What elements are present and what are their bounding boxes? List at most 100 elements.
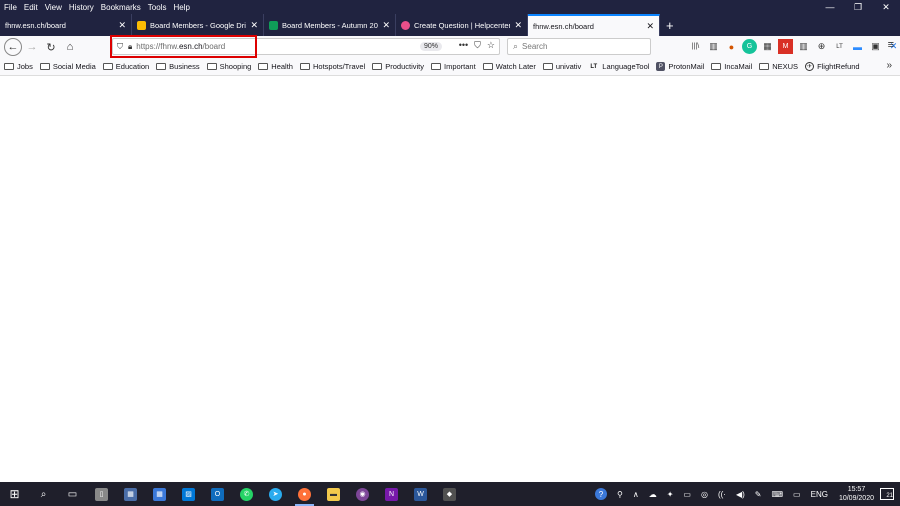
plane-icon: ✈	[805, 62, 815, 71]
reload-button[interactable]: ↻	[42, 38, 60, 56]
zoom-level-badge[interactable]: 90%	[420, 42, 443, 51]
tab-1[interactable]: fhnw.esn.ch/board ✕	[0, 14, 132, 36]
photos-app[interactable]: ▨	[174, 482, 203, 506]
pocket-icon[interactable]: ⛉	[474, 40, 481, 51]
bookmark-folder-hotspots-travel[interactable]: Hotspots/Travel	[299, 62, 365, 71]
search-icon[interactable]: ⌕	[29, 482, 58, 506]
chevron-up-icon[interactable]: ∧	[633, 490, 639, 499]
bookmark-folder-social-media[interactable]: Social Media	[39, 62, 96, 71]
telegram-app[interactable]: ➤	[261, 482, 290, 506]
menu-hamburger-icon[interactable]: ≡	[888, 39, 894, 51]
menu-bookmarks[interactable]: Bookmarks	[101, 3, 141, 12]
calendar-app[interactable]: ▦	[145, 482, 174, 506]
bookmark-folder-watch-later[interactable]: Watch Later	[482, 62, 536, 71]
onenote-app[interactable]: N	[377, 482, 406, 506]
help-icon[interactable]: ?	[595, 488, 607, 500]
bookmarks-overflow-icon[interactable]: »	[886, 60, 892, 71]
phone-app[interactable]: ▯	[87, 482, 116, 506]
library-icon[interactable]: |||\	[688, 39, 703, 54]
bookmark-label: Health	[271, 62, 293, 71]
languagetool-icon[interactable]: LT	[832, 39, 847, 54]
file-explorer-app[interactable]: ▬	[319, 482, 348, 506]
close-window-button[interactable]: ✕	[872, 2, 900, 13]
search-placeholder: Search	[522, 42, 548, 51]
tab-3[interactable]: Board Members - Autumn 2020 ✕	[264, 14, 396, 36]
bookmark-protonmail[interactable]: P ProtonMail	[656, 62, 704, 71]
tab-4[interactable]: Create Question | Helpcenter ✕	[396, 14, 528, 36]
keyboard-icon[interactable]: ⌨	[772, 490, 784, 499]
calendar-icon: ▦	[153, 487, 166, 501]
task-view-icon[interactable]: ▭	[58, 482, 87, 506]
bookmark-folder-important[interactable]: Important	[431, 62, 476, 71]
word-app[interactable]: W	[406, 482, 435, 506]
display-icon[interactable]: ▭	[683, 490, 691, 499]
gmail-icon[interactable]: M	[778, 39, 793, 54]
minimize-button[interactable]: —	[816, 2, 844, 13]
start-icon[interactable]: ⊞	[0, 482, 29, 506]
restore-button[interactable]: ❐	[844, 2, 872, 13]
calculator-app[interactable]: ▦	[116, 482, 145, 506]
bookmark-folder-shooping[interactable]: Shooping	[206, 62, 251, 71]
tab-close-icon[interactable]: ✕	[382, 20, 390, 31]
bookmark-folder-productivity[interactable]: Productivity	[372, 62, 424, 71]
menu-tools[interactable]: Tools	[148, 3, 167, 12]
folder-icon	[206, 63, 217, 70]
menu-history[interactable]: History	[69, 3, 94, 12]
back-button[interactable]: ←	[4, 38, 22, 56]
tab-close-icon[interactable]: ✕	[118, 20, 126, 31]
home-button[interactable]: ⌂	[61, 38, 79, 56]
page-actions-icon[interactable]: •••	[459, 40, 468, 51]
people-icon[interactable]: ⚲	[617, 490, 623, 499]
whatsapp-app[interactable]: ✆	[232, 482, 261, 506]
bookmark-folder-health[interactable]: Health	[258, 62, 293, 71]
tab-close-icon[interactable]: ✕	[646, 21, 654, 32]
outlook-app[interactable]: O	[203, 482, 232, 506]
tab-5-active[interactable]: fhnw.esn.ch/board ✕	[528, 14, 660, 36]
onedrive-icon[interactable]: ☁	[649, 490, 657, 499]
wifi-icon[interactable]: ((·	[718, 490, 726, 499]
firefox-app[interactable]: ●	[290, 482, 319, 506]
dropbox-icon[interactable]: ✦	[667, 490, 674, 499]
menu-view[interactable]: View	[45, 3, 62, 12]
extension-icon-4[interactable]: ▬	[850, 39, 865, 54]
location-icon[interactable]: ◎	[701, 490, 708, 499]
photos-icon: ▨	[182, 487, 195, 501]
bookmark-flightrefund[interactable]: ✈ FlightRefund	[805, 62, 860, 71]
forward-button[interactable]: →	[23, 38, 41, 56]
folder-icon	[759, 63, 770, 70]
bookmark-folder-education[interactable]: Education	[102, 62, 149, 71]
extension-icon-3[interactable]: ▥	[796, 39, 811, 54]
bookmark-folder-incamail[interactable]: IncaMail	[711, 62, 752, 71]
bookmark-folder-univativ[interactable]: univativ	[542, 62, 581, 71]
bookmark-label: IncaMail	[724, 62, 753, 71]
bookmark-folder-business[interactable]: Business	[156, 62, 200, 71]
pen-icon[interactable]: ✎	[755, 490, 762, 499]
tab-close-icon[interactable]: ✕	[514, 20, 522, 31]
notification-center-icon[interactable]: 21	[880, 488, 894, 500]
menu-edit[interactable]: Edit	[24, 3, 38, 12]
bookmark-folder-jobs[interactable]: Jobs	[4, 62, 33, 71]
clock[interactable]: 15:57 10/09/2020	[839, 485, 874, 503]
search-input[interactable]: ⌕ Search	[507, 38, 651, 55]
volume-icon[interactable]: ◀)	[736, 490, 745, 499]
extension-icon-2[interactable]: ▦	[760, 39, 775, 54]
new-tab-button[interactable]: +	[660, 14, 680, 36]
extension-icon-1[interactable]: ●	[724, 39, 739, 54]
word-icon: W	[414, 487, 427, 501]
sidebar-icon[interactable]: ▥	[706, 39, 721, 54]
bookmark-star-icon[interactable]: ☆	[487, 40, 495, 51]
menu-help[interactable]: Help	[173, 3, 189, 12]
tab-label: fhnw.esn.ch/board	[533, 21, 594, 31]
grammarly-icon[interactable]: G	[742, 39, 757, 54]
other-app[interactable]: ◆	[435, 482, 464, 506]
bookmark-folder-nexus[interactable]: NEXUS	[759, 62, 798, 71]
tab-2[interactable]: Board Members - Google Drive ✕	[132, 14, 264, 36]
extension-icon-5[interactable]: ▣	[868, 39, 883, 54]
menu-file[interactable]: File	[4, 3, 17, 12]
tab-close-icon[interactable]: ✕	[250, 20, 258, 31]
bookmark-languagetool[interactable]: LT LanguageTool	[588, 62, 649, 71]
language-indicator[interactable]: ENG	[811, 490, 828, 499]
battery-icon[interactable]: ▭	[793, 490, 801, 499]
tor-app[interactable]: ◉	[348, 482, 377, 506]
zoom-icon[interactable]: ⊕	[814, 39, 829, 54]
